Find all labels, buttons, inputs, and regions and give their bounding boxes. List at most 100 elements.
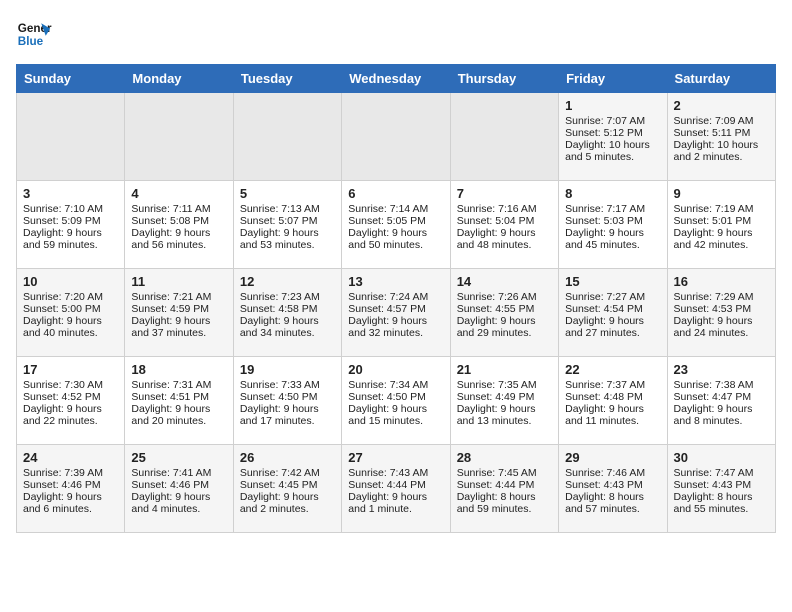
cell-info: Sunrise: 7:47 AM xyxy=(674,467,769,479)
day-number: 8 xyxy=(565,186,660,201)
calendar-cell: 29Sunrise: 7:46 AMSunset: 4:43 PMDayligh… xyxy=(559,445,667,533)
calendar-week-1: 1Sunrise: 7:07 AMSunset: 5:12 PMDaylight… xyxy=(17,93,776,181)
cell-info: Sunset: 4:50 PM xyxy=(240,391,335,403)
cell-info: Sunset: 5:01 PM xyxy=(674,215,769,227)
calendar-cell: 2Sunrise: 7:09 AMSunset: 5:11 PMDaylight… xyxy=(667,93,775,181)
cell-info: Daylight: 9 hours and 56 minutes. xyxy=(131,227,226,251)
calendar-cell: 24Sunrise: 7:39 AMSunset: 4:46 PMDayligh… xyxy=(17,445,125,533)
calendar-cell xyxy=(125,93,233,181)
calendar-cell: 21Sunrise: 7:35 AMSunset: 4:49 PMDayligh… xyxy=(450,357,558,445)
svg-text:Blue: Blue xyxy=(18,35,44,48)
cell-info: Sunrise: 7:33 AM xyxy=(240,379,335,391)
day-number: 11 xyxy=(131,274,226,289)
cell-info: Sunrise: 7:43 AM xyxy=(348,467,443,479)
calendar-cell: 28Sunrise: 7:45 AMSunset: 4:44 PMDayligh… xyxy=(450,445,558,533)
calendar-week-4: 17Sunrise: 7:30 AMSunset: 4:52 PMDayligh… xyxy=(17,357,776,445)
calendar-cell: 23Sunrise: 7:38 AMSunset: 4:47 PMDayligh… xyxy=(667,357,775,445)
cell-info: Daylight: 9 hours and 27 minutes. xyxy=(565,315,660,339)
day-number: 21 xyxy=(457,362,552,377)
calendar-cell: 10Sunrise: 7:20 AMSunset: 5:00 PMDayligh… xyxy=(17,269,125,357)
cell-info: Daylight: 8 hours and 59 minutes. xyxy=(457,491,552,515)
cell-info: Sunset: 4:50 PM xyxy=(348,391,443,403)
calendar-cell: 5Sunrise: 7:13 AMSunset: 5:07 PMDaylight… xyxy=(233,181,341,269)
cell-info: Daylight: 9 hours and 45 minutes. xyxy=(565,227,660,251)
calendar-cell: 27Sunrise: 7:43 AMSunset: 4:44 PMDayligh… xyxy=(342,445,450,533)
day-number: 13 xyxy=(348,274,443,289)
header-friday: Friday xyxy=(559,65,667,93)
day-number: 6 xyxy=(348,186,443,201)
calendar-cell: 4Sunrise: 7:11 AMSunset: 5:08 PMDaylight… xyxy=(125,181,233,269)
cell-info: Sunrise: 7:37 AM xyxy=(565,379,660,391)
day-number: 22 xyxy=(565,362,660,377)
cell-info: Sunrise: 7:38 AM xyxy=(674,379,769,391)
header-thursday: Thursday xyxy=(450,65,558,93)
cell-info: Daylight: 9 hours and 48 minutes. xyxy=(457,227,552,251)
logo-icon: General Blue xyxy=(16,16,52,52)
calendar-cell: 3Sunrise: 7:10 AMSunset: 5:09 PMDaylight… xyxy=(17,181,125,269)
cell-info: Sunset: 4:51 PM xyxy=(131,391,226,403)
cell-info: Daylight: 8 hours and 55 minutes. xyxy=(674,491,769,515)
calendar-week-5: 24Sunrise: 7:39 AMSunset: 4:46 PMDayligh… xyxy=(17,445,776,533)
cell-info: Daylight: 9 hours and 11 minutes. xyxy=(565,403,660,427)
calendar-cell: 19Sunrise: 7:33 AMSunset: 4:50 PMDayligh… xyxy=(233,357,341,445)
cell-info: Daylight: 9 hours and 24 minutes. xyxy=(674,315,769,339)
cell-info: Sunset: 4:46 PM xyxy=(23,479,118,491)
calendar-cell: 25 Sunrise: 7:41 AMSunset: 4:46 PMDayligh… xyxy=(125,445,233,533)
cell-info: Sunrise: 7:29 AM xyxy=(674,291,769,303)
calendar-header-row: SundayMondayTuesdayWednesdayThursdayFrid… xyxy=(17,65,776,93)
header-monday: Monday xyxy=(125,65,233,93)
cell-info: Sunset: 4:54 PM xyxy=(565,303,660,315)
day-number: 16 xyxy=(674,274,769,289)
cell-info: Daylight: 9 hours and 4 minutes. xyxy=(131,491,226,515)
cell-info: Sunrise: 7:41 AM xyxy=(131,467,226,479)
header-tuesday: Tuesday xyxy=(233,65,341,93)
cell-info: Daylight: 9 hours and 20 minutes. xyxy=(131,403,226,427)
cell-info: Daylight: 9 hours and 40 minutes. xyxy=(23,315,118,339)
day-number: 12 xyxy=(240,274,335,289)
calendar-cell xyxy=(342,93,450,181)
cell-info: Sunset: 4:55 PM xyxy=(457,303,552,315)
cell-info: Sunrise: 7:21 AM xyxy=(131,291,226,303)
header-wednesday: Wednesday xyxy=(342,65,450,93)
cell-info: Daylight: 9 hours and 2 minutes. xyxy=(240,491,335,515)
cell-info: Daylight: 9 hours and 8 minutes. xyxy=(674,403,769,427)
cell-info: Sunrise: 7:31 AM xyxy=(131,379,226,391)
calendar-cell: 20Sunrise: 7:34 AMSunset: 4:50 PMDayligh… xyxy=(342,357,450,445)
calendar-cell: 22Sunrise: 7:37 AMSunset: 4:48 PMDayligh… xyxy=(559,357,667,445)
calendar-cell: 12Sunrise: 7:23 AMSunset: 4:58 PMDayligh… xyxy=(233,269,341,357)
cell-info: Sunrise: 7:46 AM xyxy=(565,467,660,479)
cell-info: Sunset: 5:04 PM xyxy=(457,215,552,227)
cell-info: Daylight: 9 hours and 15 minutes. xyxy=(348,403,443,427)
cell-info: Sunrise: 7:42 AM xyxy=(240,467,335,479)
cell-info: Daylight: 9 hours and 53 minutes. xyxy=(240,227,335,251)
cell-info: Sunset: 4:46 PM xyxy=(131,479,226,491)
cell-info: Sunset: 5:07 PM xyxy=(240,215,335,227)
cell-info: Sunset: 5:12 PM xyxy=(565,127,660,139)
cell-info: Sunrise: 7:09 AM xyxy=(674,115,769,127)
cell-info: Sunset: 4:53 PM xyxy=(674,303,769,315)
calendar-cell: 8Sunrise: 7:17 AMSunset: 5:03 PMDaylight… xyxy=(559,181,667,269)
cell-info: Sunrise: 7:20 AM xyxy=(23,291,118,303)
cell-info: Daylight: 9 hours and 42 minutes. xyxy=(674,227,769,251)
calendar-table: SundayMondayTuesdayWednesdayThursdayFrid… xyxy=(16,64,776,533)
cell-info: Daylight: 8 hours and 57 minutes. xyxy=(565,491,660,515)
cell-info: Sunrise: 7:17 AM xyxy=(565,203,660,215)
day-number: 30 xyxy=(674,450,769,465)
cell-info: Sunrise: 7:10 AM xyxy=(23,203,118,215)
logo: General Blue xyxy=(16,16,52,52)
cell-info: Sunrise: 7:23 AM xyxy=(240,291,335,303)
day-number: 3 xyxy=(23,186,118,201)
cell-info: Sunrise: 7:13 AM xyxy=(240,203,335,215)
cell-info: Sunset: 5:11 PM xyxy=(674,127,769,139)
cell-info: Daylight: 9 hours and 34 minutes. xyxy=(240,315,335,339)
cell-info: Sunrise: 7:45 AM xyxy=(457,467,552,479)
cell-info: Sunrise: 7:14 AM xyxy=(348,203,443,215)
cell-info: Daylight: 9 hours and 22 minutes. xyxy=(23,403,118,427)
calendar-cell xyxy=(233,93,341,181)
day-number: 24 xyxy=(23,450,118,465)
cell-info: Daylight: 9 hours and 17 minutes. xyxy=(240,403,335,427)
day-number: 29 xyxy=(565,450,660,465)
calendar-week-3: 10Sunrise: 7:20 AMSunset: 5:00 PMDayligh… xyxy=(17,269,776,357)
page-header: General Blue xyxy=(16,16,776,52)
day-number: 25 xyxy=(131,450,226,465)
